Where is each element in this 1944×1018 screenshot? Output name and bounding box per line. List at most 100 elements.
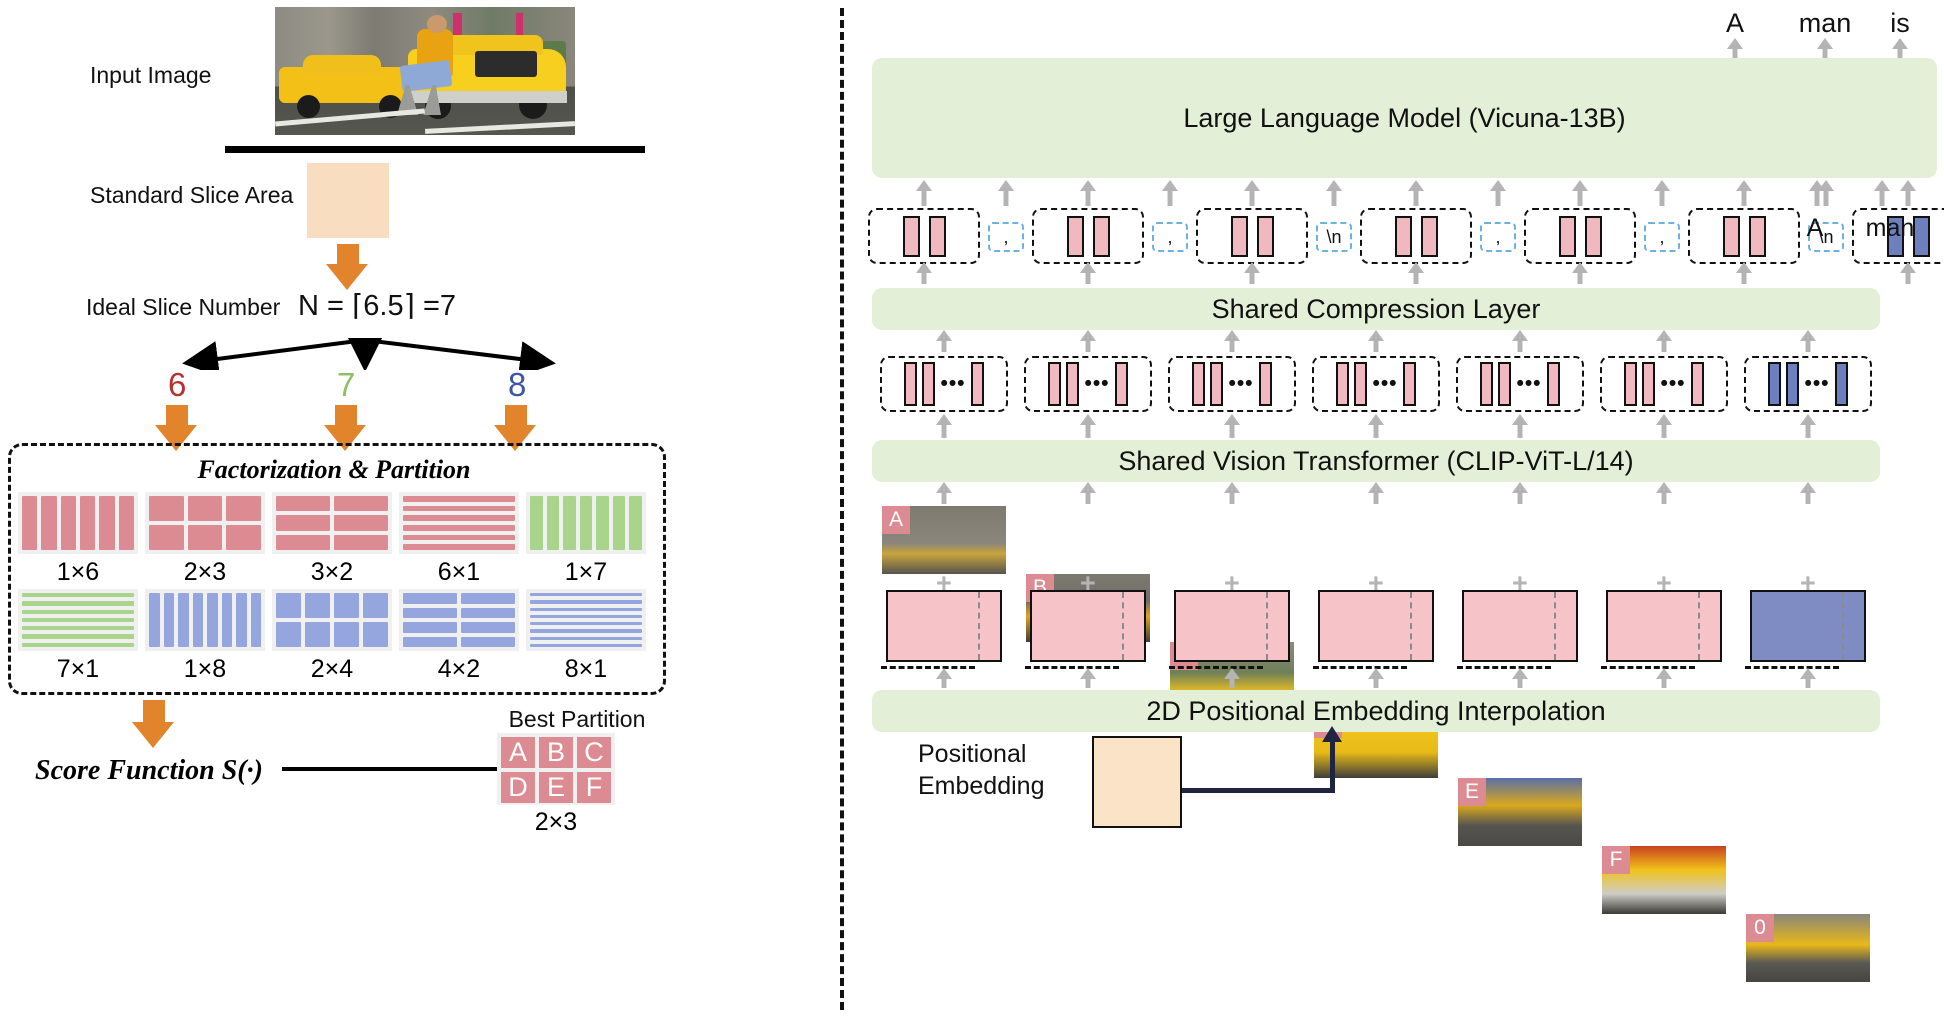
partition-tile	[399, 492, 519, 554]
image-patch-tag: F	[1602, 846, 1630, 874]
vision-token-bar	[1114, 362, 1128, 406]
arrow-pe-2	[1222, 668, 1242, 688]
partition-cell-grid	[18, 492, 138, 554]
llm-token-group	[1032, 208, 1144, 264]
partition-cell	[79, 496, 96, 550]
ideal-slice-label: Ideal Slice Number	[86, 294, 281, 320]
best-partition-cell: D	[501, 772, 535, 803]
pe-vertical-dash	[1697, 592, 1700, 660]
vision-token-group: •••	[1600, 356, 1728, 412]
partition-cell	[250, 593, 261, 647]
arrow-pe-0	[934, 668, 954, 688]
arrow-compression-in-0	[934, 330, 954, 352]
partition-cell	[221, 593, 232, 647]
vit-output-arrows	[872, 414, 1880, 440]
partition-cell	[41, 496, 57, 550]
partition-cell	[149, 593, 160, 647]
vision-token-bar	[1690, 362, 1704, 406]
llm-token-group	[1360, 208, 1472, 264]
pe-arrows	[872, 668, 1880, 690]
input-token: man	[1865, 214, 1915, 242]
partition-tile	[18, 589, 138, 651]
arrow-vit-in-6	[1798, 482, 1818, 504]
positional-embedding-box	[1092, 736, 1182, 828]
vision-token-bar	[1192, 362, 1206, 406]
llm-token-row: ,, \n,, \n	[860, 200, 1944, 264]
arrow-vit-in-2	[1222, 482, 1242, 504]
arrow-pe-1	[1078, 668, 1098, 688]
arrow-pe-4	[1510, 668, 1530, 688]
llm-token-bar	[1420, 215, 1438, 257]
separator-token: ,	[1152, 222, 1188, 252]
partition-cell	[22, 642, 134, 647]
partition-cell	[334, 496, 388, 512]
vision-token-bar	[1048, 362, 1062, 406]
partition-cell	[403, 636, 457, 647]
llm-token-bar	[1748, 215, 1766, 257]
llm-token-group	[1524, 208, 1636, 264]
arrow-vit-in-3	[1366, 482, 1386, 504]
ellipsis-icon: •••	[1228, 371, 1254, 395]
partition-cell	[99, 496, 115, 550]
vision-token-bar	[1498, 362, 1512, 406]
partition-cell	[530, 496, 543, 550]
ellipsis-icon: •••	[940, 371, 966, 395]
vision-token-bar	[1402, 362, 1416, 406]
partition-cell	[187, 525, 223, 550]
compression-layer: Shared Compression Layer	[872, 288, 1880, 330]
partition-cell	[403, 515, 515, 521]
factorization-title: Factorization & Partition	[197, 455, 471, 484]
ideal-slice-formula: N = ⌈6.5⌉ =7	[298, 290, 457, 322]
positional-embedding-patch	[1457, 590, 1578, 669]
vision-token-bar	[1624, 362, 1638, 406]
pe-vertical-dash	[1121, 592, 1124, 660]
partition-cell	[22, 601, 134, 606]
vision-token-group: •••	[1024, 356, 1152, 412]
arrow-vit-out-3	[1366, 414, 1386, 438]
partition-cell-grid	[272, 589, 392, 651]
partition-cell	[22, 609, 134, 614]
separator-token: ,	[988, 222, 1024, 252]
pe-connector-horizontal	[1182, 788, 1334, 793]
positional-embedding-patch	[881, 590, 1002, 669]
arrow-pe-5	[1654, 668, 1674, 688]
partition-cell	[334, 622, 359, 647]
image-patch-tag: A	[882, 506, 910, 534]
partition-cell	[461, 636, 515, 647]
partition-cell	[187, 496, 223, 521]
llm-token-bar	[928, 215, 946, 257]
vision-token-group: •••	[1744, 356, 1872, 412]
vision-token-bar	[904, 362, 918, 406]
partition-cell	[363, 622, 388, 647]
partition-cell	[60, 496, 76, 550]
partition-cell	[403, 607, 457, 618]
llm-token-group	[1196, 208, 1308, 264]
partition-cell	[403, 593, 457, 604]
partition-label: 1×7	[564, 558, 608, 586]
partition-tile	[145, 589, 265, 651]
arrow-compression-in-1	[1078, 330, 1098, 352]
partition-tile	[272, 492, 392, 554]
best-partition-cell: F	[577, 772, 611, 803]
orange-arrow-score	[132, 700, 176, 748]
partition-tile	[526, 492, 646, 554]
plus-row: + + + + + + +	[872, 570, 1880, 597]
vision-token-bar	[1546, 362, 1560, 406]
partition-cell	[226, 525, 261, 550]
vision-token-bar	[1834, 362, 1848, 406]
arrow-up-output-1	[1790, 38, 1860, 60]
partition-cell-grid	[145, 492, 265, 554]
partition-cell	[629, 496, 642, 550]
vision-token-bar	[1066, 362, 1080, 406]
partition-tile	[18, 492, 138, 554]
image-patch-tag: 0	[1746, 914, 1774, 942]
partition-label: 7×1	[56, 655, 100, 683]
partition-cell	[530, 622, 642, 626]
output-token: man	[1798, 8, 1852, 38]
arrow-compression-out-6	[1898, 262, 1918, 284]
score-function-label: Score Function S(·)	[35, 755, 263, 786]
image-patch: F	[1602, 846, 1726, 914]
image-patch-row: ABCDEF0	[872, 506, 1880, 982]
llm-token-bar	[902, 215, 920, 257]
partition-cell	[530, 643, 642, 647]
